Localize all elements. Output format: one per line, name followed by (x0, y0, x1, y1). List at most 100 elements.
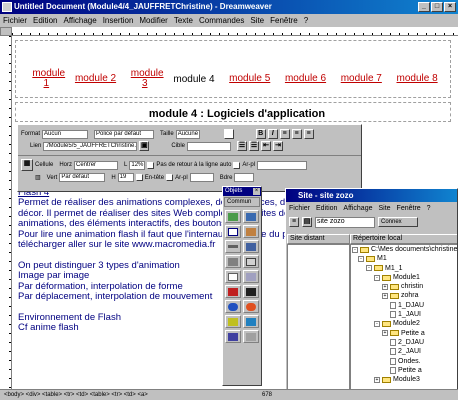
nav-module-1[interactable]: module 1 (32, 69, 65, 89)
close-button[interactable]: × (444, 2, 456, 12)
bg-color-field[interactable] (189, 173, 214, 182)
objects-close-icon[interactable]: × (253, 188, 260, 195)
site-menu-help[interactable]: ? (427, 205, 431, 212)
bg-image-checkbox[interactable] (233, 161, 241, 169)
bg-image-field[interactable] (257, 160, 308, 170)
local-folder-header[interactable]: Répertoire local (350, 234, 457, 244)
insert-plugin-icon[interactable] (225, 330, 241, 343)
site-menu-edition[interactable]: Edition (316, 205, 337, 212)
site-files-icon[interactable]: ▤ (302, 217, 312, 227)
width-field[interactable]: 12% (129, 160, 146, 170)
menu-fichier[interactable]: Fichier (3, 16, 27, 25)
header-checkbox[interactable] (135, 174, 143, 181)
insert-flash-icon[interactable] (225, 285, 241, 298)
size-select[interactable]: Aucune (175, 129, 200, 139)
menu-affichage[interactable]: Affichage (63, 16, 96, 25)
horz-select[interactable]: Centrer (74, 160, 119, 170)
expand-icon[interactable]: + (382, 293, 388, 300)
link-folder-icon[interactable]: ▣ (139, 141, 150, 151)
insert-applet-icon[interactable] (225, 315, 241, 328)
tag-path[interactable]: <body> <div> <table> <tr> <td> <table> <… (4, 392, 148, 398)
border-field[interactable] (234, 173, 255, 182)
tree-item[interactable]: 2_JAUI (350, 347, 457, 356)
collapse-icon[interactable]: - (352, 246, 358, 253)
insert-tabular-data-icon[interactable] (243, 270, 259, 283)
menu-site[interactable]: Site (250, 16, 264, 25)
collapse-icon[interactable]: - (366, 265, 372, 272)
height-field[interactable]: 19 (117, 173, 134, 182)
nav-module-7[interactable]: module 7 (341, 74, 382, 84)
remote-site-header[interactable]: Site distant (287, 234, 350, 244)
menu-commandes[interactable]: Commandes (199, 16, 244, 25)
collapse-icon[interactable]: - (358, 255, 364, 262)
site-map-icon[interactable]: ≡ (289, 217, 299, 227)
connect-button[interactable]: Connex (378, 217, 418, 227)
tree-item[interactable]: - Module1 (350, 273, 457, 282)
tree-item[interactable]: Petite a (350, 366, 457, 375)
format-select[interactable]: Aucun (42, 129, 89, 139)
expand-icon[interactable]: + (374, 376, 380, 383)
italic-button[interactable]: I (267, 129, 278, 139)
outdent-button[interactable]: ⇤ (261, 141, 272, 151)
ordered-list-button[interactable]: ☰ (249, 141, 260, 151)
collapse-icon[interactable]: - (374, 274, 380, 281)
tree-item[interactable]: - C:\Mes documents\christine (350, 245, 457, 254)
insert-generator-icon[interactable] (225, 300, 241, 313)
split-cell-icon[interactable]: ▥ (35, 174, 41, 181)
expand-icon[interactable]: + (382, 330, 388, 337)
bold-button[interactable]: B (255, 129, 266, 139)
remote-site-panel[interactable] (287, 244, 350, 399)
vert-select[interactable]: Par défaut (59, 173, 106, 182)
minimize-button[interactable]: _ (418, 2, 430, 12)
insert-email-icon[interactable] (225, 270, 241, 283)
menu-insertion[interactable]: Insertion (103, 16, 134, 25)
tree-item[interactable]: - M1 (350, 254, 457, 263)
nav-module-2[interactable]: module 2 (75, 74, 116, 84)
tree-item[interactable]: Ondes. (350, 357, 457, 366)
tree-item[interactable]: - Module2 (350, 319, 457, 328)
bg-color-checkbox[interactable] (166, 174, 174, 181)
menu-help[interactable]: ? (304, 16, 308, 25)
menu-edition[interactable]: Edition (33, 16, 57, 25)
insert-fireworks-icon[interactable] (243, 300, 259, 313)
insert-navbar-icon[interactable] (243, 240, 259, 253)
insert-table-icon[interactable] (225, 225, 241, 238)
menu-modifier[interactable]: Modifier (139, 16, 167, 25)
menu-fenetre[interactable]: Fenêtre (270, 16, 298, 25)
indent-button[interactable]: ⇥ (273, 141, 284, 151)
expand-icon[interactable]: + (382, 283, 388, 290)
nav-module-3[interactable]: module 3 (131, 69, 164, 89)
link-field[interactable]: ./Module5/5_JAUFFRETChristine.ht (43, 141, 138, 151)
insert-activex-icon[interactable] (243, 315, 259, 328)
collapse-icon[interactable]: - (374, 321, 380, 328)
align-right-button[interactable]: ≡ (303, 129, 314, 139)
objects-category-select[interactable]: Commun (224, 197, 260, 207)
insert-line-break-icon[interactable] (225, 255, 241, 268)
insert-image-icon[interactable] (225, 210, 241, 223)
tree-item[interactable]: 1_JAUI (350, 310, 457, 319)
nav-module-6[interactable]: module 6 (285, 74, 326, 84)
maximize-button[interactable]: □ (431, 2, 443, 12)
unordered-list-button[interactable]: ☰ (237, 141, 248, 151)
font-select[interactable]: Police par défaut (94, 129, 155, 139)
text-color-swatch[interactable] (223, 129, 234, 139)
insert-rule-icon[interactable] (225, 240, 241, 253)
tree-item[interactable]: 1_DJAU (350, 301, 457, 310)
tree-item[interactable]: + christin (350, 282, 457, 291)
align-left-button[interactable]: ≡ (279, 129, 290, 139)
target-select[interactable] (187, 141, 232, 151)
site-menu-fenetre[interactable]: Fenêtre (397, 205, 421, 212)
insert-shockwave-icon[interactable] (243, 285, 259, 298)
tree-item[interactable]: 2_DJAU (350, 338, 457, 347)
insert-layer-icon[interactable] (243, 225, 259, 238)
tree-item[interactable]: + zohra (350, 291, 457, 300)
tree-item[interactable]: - M1_1 (350, 264, 457, 273)
align-center-button[interactable]: ≡ (291, 129, 302, 139)
site-menu-fichier[interactable]: Fichier (289, 205, 310, 212)
nowrap-checkbox[interactable] (147, 161, 155, 169)
insert-date-icon[interactable] (243, 255, 259, 268)
insert-rollover-icon[interactable] (243, 210, 259, 223)
site-select[interactable]: site zozo (315, 216, 375, 228)
nav-module-5[interactable]: module 5 (229, 74, 270, 84)
tree-item[interactable]: + Petite a (350, 329, 457, 338)
